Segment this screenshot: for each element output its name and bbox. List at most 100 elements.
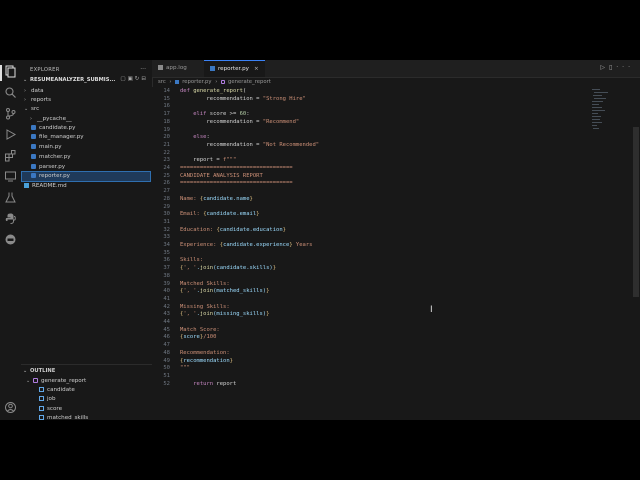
outline-item-matched-skills[interactable]: matched_skills [39, 414, 150, 420]
sidebar-title: EXPLORER [30, 67, 60, 73]
code-line[interactable]: Education: {candidate.education} [180, 227, 286, 233]
docker-icon[interactable] [4, 233, 17, 246]
line-number: 34 [163, 242, 170, 248]
python-file-icon [31, 133, 36, 139]
chevron-down-icon: ⌄ [26, 378, 31, 384]
explorer-toolbar: ▢▣↻⊟ [120, 76, 148, 82]
line-number: 24 [163, 165, 170, 171]
tree-item-pycache[interactable]: › __pycache__ [30, 115, 150, 124]
tree-item-reporter-py[interactable]: reporter.py [21, 171, 151, 182]
new-folder-icon[interactable]: ▣ [128, 76, 135, 82]
code-line[interactable]: ================================== [180, 180, 293, 186]
line-number: 41 [163, 295, 170, 302]
code-line[interactable]: Match Score: [180, 327, 220, 333]
code-line[interactable]: Experience: {candidate.experience} Years [180, 242, 312, 248]
project-name: RESUMEANALYZER_SUBMIS... [30, 77, 116, 83]
line-number: 37 [163, 265, 170, 272]
code-editor[interactable]: I 14 def generate_report(15 recommendatio… [152, 87, 640, 420]
tree-item-parser-py[interactable]: parser.py [31, 163, 150, 172]
tree-item-matcher-py[interactable]: matcher.py [31, 153, 150, 162]
line-number: 33 [163, 234, 170, 241]
line-number: 27 [163, 188, 170, 195]
account-icon[interactable] [4, 401, 17, 414]
explorer-icon[interactable] [4, 65, 17, 78]
tree-item-data[interactable]: › data [24, 87, 150, 96]
line-number: 23 [163, 157, 170, 164]
tab-reporter-py[interactable]: reporter.py × [204, 60, 265, 77]
chevron-right-icon: › [169, 79, 172, 85]
line-number: 50 [163, 365, 170, 372]
more-icon[interactable]: ··· [616, 64, 634, 71]
code-line[interactable]: recommendation = "Not Recommended" [180, 142, 319, 148]
breadcrumb-src[interactable]: src [158, 79, 166, 85]
line-number: 20 [163, 134, 170, 141]
code-line[interactable]: ================================== [180, 165, 293, 171]
outline-item-candidate[interactable]: candidate [39, 386, 150, 395]
tree-item-candidate-py[interactable]: candidate.py [31, 124, 150, 133]
code-line[interactable]: recommendation = "Strong Hire" [180, 96, 305, 102]
code-line[interactable]: def generate_report( [180, 88, 246, 94]
tree-item-reports[interactable]: › reports [24, 96, 150, 105]
code-line[interactable]: {score}/100 [180, 334, 216, 340]
search-icon[interactable] [4, 86, 17, 99]
function-symbol-icon [33, 377, 38, 383]
outline-item-job[interactable]: job [39, 395, 150, 404]
tree-item-file-manager-py[interactable]: file_manager.py [31, 133, 150, 142]
code-line[interactable]: report = f""" [180, 157, 236, 163]
extensions-icon[interactable] [4, 149, 17, 162]
vscode-window: EXPLORER ··· ⌄ RESUMEANALYZER_SUBMIS... ▢… [0, 60, 640, 420]
source-control-icon[interactable] [4, 107, 17, 120]
code-line[interactable]: Name: {candidate.name} [180, 196, 253, 202]
code-line[interactable]: else: [180, 134, 210, 140]
code-line[interactable]: """ [180, 365, 190, 371]
divider [21, 364, 152, 365]
variable-symbol-icon [39, 414, 44, 420]
tree-item-src[interactable]: ⌄ src [24, 105, 150, 114]
code-line[interactable]: Recommendation: [180, 350, 230, 356]
vertical-scrollbar[interactable] [632, 87, 640, 420]
python-file-icon [31, 143, 36, 149]
testing-icon[interactable] [4, 191, 17, 204]
line-number: 17 [163, 111, 170, 118]
line-number: 47 [163, 342, 170, 349]
more-actions-icon[interactable]: ··· [140, 66, 146, 73]
line-number: 45 [163, 326, 170, 333]
new-file-icon[interactable]: ▢ [120, 76, 127, 82]
tree-item-main-py[interactable]: main.py [31, 143, 150, 152]
run-debug-icon[interactable] [4, 128, 17, 141]
python-file-icon [210, 65, 215, 71]
breadcrumb-symbol[interactable]: generate_report [228, 79, 271, 85]
code-line[interactable]: CANDIDATE ANALYSIS REPORT [180, 173, 263, 179]
outline-item-score[interactable]: score [39, 405, 150, 414]
outline-item-generate-report[interactable]: ⌄ generate_report [26, 377, 150, 386]
code-line[interactable]: Matched Skills: [180, 281, 230, 287]
scrollbar-thumb[interactable] [633, 127, 639, 297]
remote-icon[interactable] [4, 170, 17, 183]
code-line[interactable]: Skills: [180, 257, 203, 263]
code-line[interactable]: recommendation = "Recommend" [180, 119, 299, 125]
line-number: 52 [163, 380, 170, 387]
python-file-icon [31, 153, 36, 159]
variable-symbol-icon [39, 405, 44, 411]
breadcrumb-file[interactable]: reporter.py [182, 79, 211, 85]
line-number: 44 [163, 319, 170, 325]
code-line[interactable]: {', '.join(missing_skills)} [180, 311, 269, 317]
line-number: 35 [163, 249, 170, 256]
code-line[interactable]: {', '.join(candidate.skills)} [180, 265, 276, 271]
outline-header[interactable]: ⌄ OUTLINE [23, 368, 55, 374]
python-icon[interactable] [4, 212, 17, 225]
line-number: 22 [163, 149, 170, 156]
minimap[interactable] [592, 87, 622, 137]
collapse-icon[interactable]: ⊟ [141, 76, 148, 82]
tab-app-log[interactable]: app.log [152, 60, 193, 77]
close-icon[interactable]: × [254, 66, 259, 72]
tree-item-readme-md[interactable]: README.md [24, 182, 150, 191]
code-line[interactable]: elif score >= 60: [180, 111, 249, 117]
code-line[interactable]: return report [180, 381, 236, 387]
code-line[interactable]: Missing Skills: [180, 304, 230, 310]
line-number: 30 [163, 211, 170, 218]
code-line[interactable]: {recommendation} [180, 358, 233, 364]
code-line[interactable]: Email: {candidate.email} [180, 211, 259, 217]
run-icon[interactable]: ▷ [600, 64, 609, 71]
code-line[interactable]: {', '.join(matched_skills)} [180, 288, 269, 294]
